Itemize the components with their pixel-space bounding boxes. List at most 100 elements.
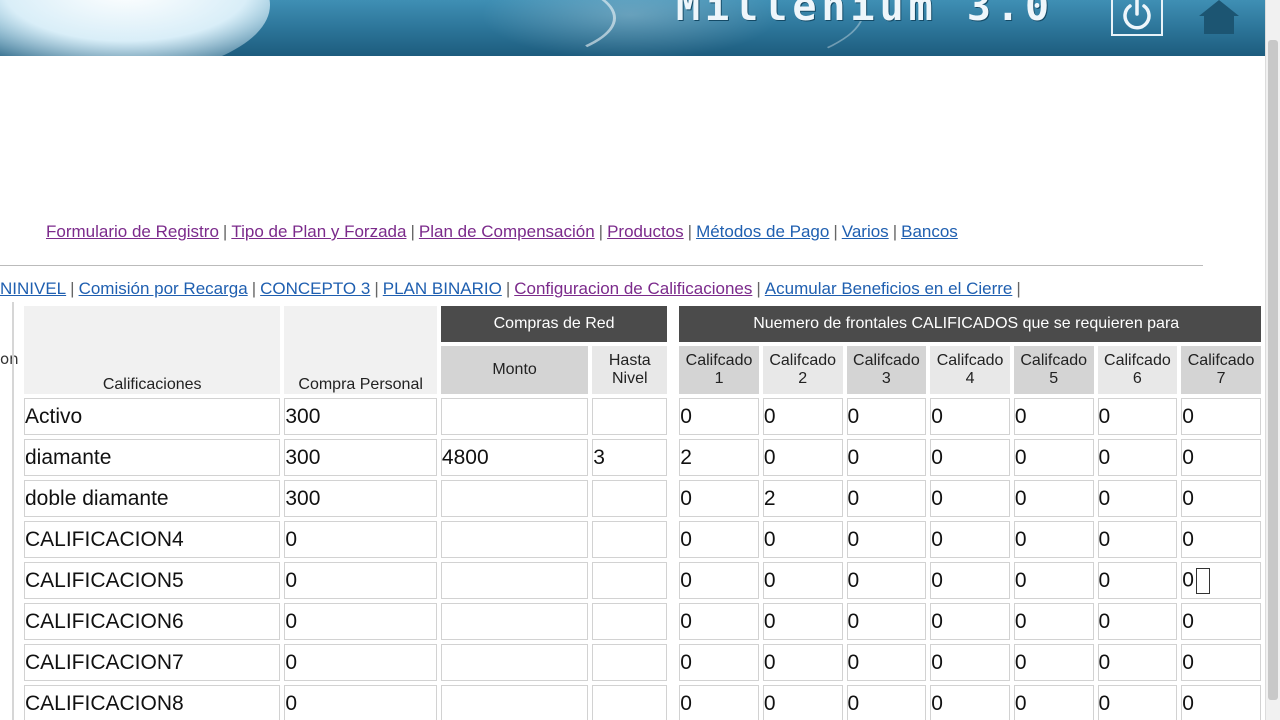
califcado-7-input[interactable]: 0 <box>1181 562 1261 599</box>
monto-input[interactable] <box>440 562 589 599</box>
califcado-2-input[interactable]: 0 <box>762 644 843 681</box>
califcado-4-input[interactable]: 0 <box>930 603 1010 640</box>
hasta-nivel-input[interactable] <box>592 644 668 681</box>
calificacion-name-input[interactable]: CALIFICACION4 <box>24 521 281 558</box>
top-nav-link[interactable]: Varios <box>842 222 889 241</box>
califcado-7-input[interactable]: 0 <box>1181 603 1261 640</box>
compra-personal-input[interactable]: 0 <box>284 521 437 558</box>
scrollbar-thumb[interactable] <box>1268 40 1278 700</box>
calificacion-name-input[interactable]: diamante <box>24 439 281 476</box>
califcado-4-input[interactable]: 0 <box>930 644 1010 681</box>
califcado-2-input[interactable]: 0 <box>762 521 843 558</box>
califcado-1-input[interactable]: 2 <box>679 439 759 476</box>
califcado-3-input[interactable]: 0 <box>846 603 927 640</box>
califcado-2-input[interactable]: 0 <box>762 439 843 476</box>
power-button[interactable] <box>1111 0 1163 36</box>
calificacion-name-input[interactable]: CALIFICACION6 <box>24 603 281 640</box>
califcado-6-input[interactable]: 0 <box>1097 480 1178 517</box>
califcado-4-input[interactable]: 0 <box>930 480 1010 517</box>
hasta-nivel-input[interactable]: 3 <box>592 439 668 476</box>
monto-input[interactable] <box>440 398 589 435</box>
califcado-5-input[interactable]: 0 <box>1013 685 1094 720</box>
califcado-3-input[interactable]: 0 <box>846 398 927 435</box>
hasta-nivel-input[interactable] <box>592 603 668 640</box>
califcado-3-input[interactable]: 0 <box>846 480 927 517</box>
califcado-1-input[interactable]: 0 <box>679 562 759 599</box>
califcado-5-input[interactable]: 0 <box>1013 439 1094 476</box>
hasta-nivel-input[interactable] <box>592 685 668 720</box>
califcado-3-input[interactable]: 0 <box>846 521 927 558</box>
califcado-6-input[interactable]: 0 <box>1097 439 1178 476</box>
top-nav-link[interactable]: Plan de Compensación <box>419 222 595 241</box>
compra-personal-input[interactable]: 300 <box>284 439 437 476</box>
top-nav-link[interactable]: Formulario de Registro <box>46 222 219 241</box>
sub-nav-link[interactable]: Acumular Beneficios en el Cierre <box>765 279 1013 298</box>
califcado-6-input[interactable]: 0 <box>1097 398 1178 435</box>
top-nav-link[interactable]: Tipo de Plan y Forzada <box>231 222 406 241</box>
sub-nav-link[interactable]: CONCEPTO 3 <box>260 279 370 298</box>
califcado-1-input[interactable]: 0 <box>679 603 759 640</box>
califcado-2-input[interactable]: 0 <box>762 562 843 599</box>
califcado-5-input[interactable]: 0 <box>1013 398 1094 435</box>
califcado-1-input[interactable]: 0 <box>679 644 759 681</box>
califcado-7-input[interactable]: 0 <box>1181 398 1261 435</box>
califcado-6-input[interactable]: 0 <box>1097 521 1178 558</box>
sub-nav-link[interactable]: NINIVEL <box>0 279 66 298</box>
califcado-3-input[interactable]: 0 <box>846 644 927 681</box>
monto-input[interactable] <box>440 685 589 720</box>
califcado-4-input[interactable]: 0 <box>930 562 1010 599</box>
compra-personal-input[interactable]: 0 <box>284 644 437 681</box>
califcado-1-input[interactable]: 0 <box>679 398 759 435</box>
califcado-3-input[interactable]: 0 <box>846 562 927 599</box>
califcado-4-input[interactable]: 0 <box>930 685 1010 720</box>
compra-personal-input[interactable]: 0 <box>284 562 437 599</box>
califcado-1-input[interactable]: 0 <box>679 521 759 558</box>
califcado-7-input[interactable]: 0 <box>1181 685 1261 720</box>
top-nav-link[interactable]: Productos <box>607 222 684 241</box>
califcado-5-input[interactable]: 0 <box>1013 603 1094 640</box>
sub-nav-link[interactable]: PLAN BINARIO <box>383 279 502 298</box>
hasta-nivel-input[interactable] <box>592 480 668 517</box>
compra-personal-input[interactable]: 0 <box>284 685 437 720</box>
califcado-5-input[interactable]: 0 <box>1013 562 1094 599</box>
hasta-nivel-input[interactable] <box>592 562 668 599</box>
top-nav-link[interactable]: Métodos de Pago <box>696 222 829 241</box>
califcado-7-input[interactable]: 0 <box>1181 644 1261 681</box>
califcado-7-input[interactable]: 0 <box>1181 521 1261 558</box>
califcado-5-input[interactable]: 0 <box>1013 521 1094 558</box>
califcado-1-input[interactable]: 0 <box>679 685 759 720</box>
sub-nav-link[interactable]: Configuracion de Calificaciones <box>514 279 752 298</box>
califcado-7-input[interactable]: 0 <box>1181 439 1261 476</box>
monto-input[interactable] <box>440 480 589 517</box>
monto-input[interactable]: 4800 <box>440 439 589 476</box>
home-icon[interactable] <box>1196 0 1242 34</box>
calificacion-name-input[interactable]: CALIFICACION5 <box>24 562 281 599</box>
top-nav-link[interactable]: Bancos <box>901 222 958 241</box>
compra-personal-input[interactable]: 300 <box>284 398 437 435</box>
monto-input[interactable] <box>440 644 589 681</box>
califcado-6-input[interactable]: 0 <box>1097 603 1178 640</box>
sub-nav-link[interactable]: Comisión por Recarga <box>79 279 248 298</box>
califcado-3-input[interactable]: 0 <box>846 685 927 720</box>
hasta-nivel-input[interactable] <box>592 398 668 435</box>
califcado-7-input[interactable]: 0 <box>1181 480 1261 517</box>
calificacion-name-input[interactable]: doble diamante <box>24 480 281 517</box>
califcado-6-input[interactable]: 0 <box>1097 644 1178 681</box>
compra-personal-input[interactable]: 300 <box>284 480 437 517</box>
califcado-1-input[interactable]: 0 <box>679 480 759 517</box>
calificacion-name-input[interactable]: CALIFICACION7 <box>24 644 281 681</box>
califcado-4-input[interactable]: 0 <box>930 398 1010 435</box>
califcado-4-input[interactable]: 0 <box>930 439 1010 476</box>
califcado-5-input[interactable]: 0 <box>1013 644 1094 681</box>
vertical-scrollbar[interactable] <box>1265 0 1280 720</box>
compra-personal-input[interactable]: 0 <box>284 603 437 640</box>
califcado-2-input[interactable]: 0 <box>762 685 843 720</box>
calificacion-name-input[interactable]: CALIFICACION8 <box>24 685 281 720</box>
monto-input[interactable] <box>440 603 589 640</box>
califcado-6-input[interactable]: 0 <box>1097 562 1178 599</box>
califcado-4-input[interactable]: 0 <box>930 521 1010 558</box>
califcado-3-input[interactable]: 0 <box>846 439 927 476</box>
califcado-2-input[interactable]: 2 <box>762 480 843 517</box>
hasta-nivel-input[interactable] <box>592 521 668 558</box>
califcado-6-input[interactable]: 0 <box>1097 685 1178 720</box>
